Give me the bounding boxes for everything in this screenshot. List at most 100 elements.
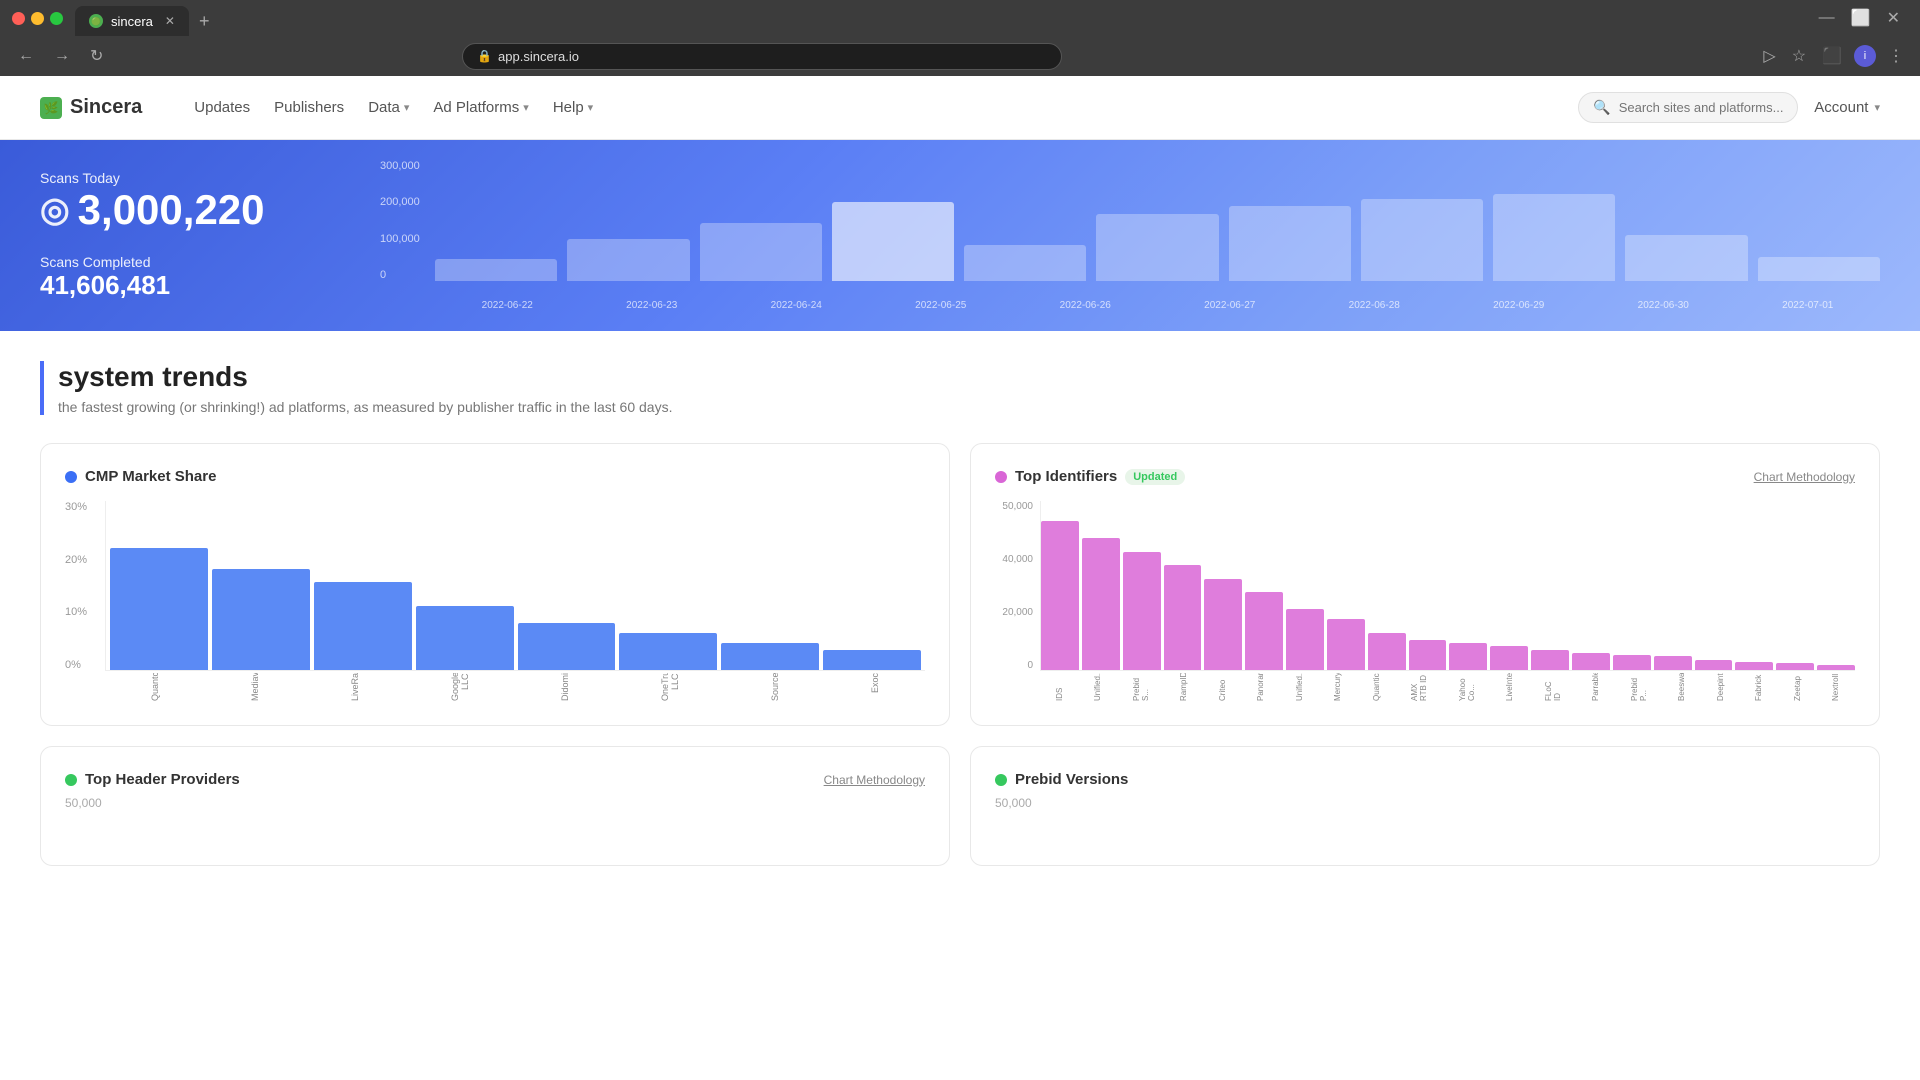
id-bar (1490, 646, 1528, 670)
nav-right: 🔍 Account (1578, 92, 1880, 123)
cmp-bars (105, 501, 925, 671)
header-providers-y-start: 50,000 (65, 796, 925, 810)
top-header-providers-title: Top Header Providers (65, 771, 240, 788)
id-bar (1409, 640, 1447, 670)
hero-stats: Scans Today ◎ 3,000,220 Scans Completed … (40, 170, 340, 301)
id-bar (1204, 579, 1242, 670)
identifiers-chart-header: Top Identifiers Updated Chart Methodolog… (995, 468, 1855, 485)
nav-updates[interactable]: Updates (194, 99, 250, 116)
cast-icon[interactable]: ▷ (1759, 42, 1779, 70)
header-providers-methodology-link[interactable]: Chart Methodology (824, 773, 925, 787)
id-bar (1164, 565, 1202, 670)
nav-forward-button[interactable]: → (48, 43, 76, 69)
identifiers-bar-chart: 50,000 40,000 20,000 0 IDSUnified...Preb… (995, 501, 1855, 701)
top-header-providers-header: Top Header Providers Chart Methodology (65, 771, 925, 788)
id-bar (1286, 609, 1324, 670)
account-button[interactable]: Account (1814, 99, 1880, 116)
prebid-versions-header: Prebid Versions (995, 771, 1855, 788)
hero-bar (1493, 194, 1615, 281)
browser-max-button[interactable] (50, 12, 63, 25)
id-bar (1695, 660, 1733, 670)
identifiers-dot-icon (995, 471, 1007, 483)
new-tab-button[interactable]: + (189, 7, 220, 36)
id-y-axis: 50,000 40,000 20,000 0 (995, 501, 1037, 671)
identifiers-chart-title: Top Identifiers Updated (995, 468, 1185, 485)
site-logo[interactable]: 🌿 Sincera (40, 96, 142, 119)
hero-bar (1625, 235, 1747, 281)
hero-bar (832, 202, 954, 281)
hero-chart-x-axis: 2022-06-222022-06-232022-06-242022-06-25… (435, 300, 1880, 311)
browser-tab[interactable]: 🟢 sincera ✕ (75, 6, 189, 36)
id-bars (1040, 501, 1855, 671)
hero-chart: 300,000 200,000 100,000 0 2022-06-222022… (380, 160, 1880, 311)
cmp-bar (110, 548, 208, 670)
bottom-cards: Top Header Providers Chart Methodology 5… (40, 746, 1880, 866)
tab-close-icon[interactable]: ✕ (165, 14, 175, 28)
profile-icon[interactable]: i (1854, 45, 1876, 67)
extension-icon[interactable]: ⬛ (1818, 42, 1846, 70)
hero-bar (1758, 257, 1880, 281)
nav-publishers[interactable]: Publishers (274, 99, 344, 116)
id-x-labels: IDSUnified...Prebid S...RampIDCriteoPano… (1040, 673, 1855, 701)
charts-grid: CMP Market Share 30% 20% 10% 0% (40, 443, 1880, 726)
scans-completed-value: 41,606,481 (40, 270, 340, 301)
hero-bar (435, 259, 557, 281)
search-icon: 🔍 (1593, 99, 1610, 116)
tab-favicon: 🟢 (89, 14, 103, 28)
id-bar (1082, 538, 1120, 670)
id-bar (1817, 665, 1855, 670)
window-minimize-button[interactable]: — (1815, 5, 1839, 31)
scans-today-section: Scans Today ◎ 3,000,220 (40, 170, 340, 234)
url-display[interactable]: app.sincera.io (498, 49, 579, 64)
section-title: system trends (58, 361, 1880, 393)
url-lock-icon: 🔒 (477, 49, 492, 63)
chart-methodology-link[interactable]: Chart Methodology (1754, 470, 1855, 484)
menu-icon[interactable]: ⋮ (1884, 42, 1908, 70)
id-bar (1613, 655, 1651, 670)
cmp-chart-card: CMP Market Share 30% 20% 10% 0% (40, 443, 950, 726)
scans-today-value: ◎ 3,000,220 (40, 186, 340, 234)
window-close-button[interactable]: ✕ (1883, 4, 1904, 32)
cmp-x-labels: Quantcast...Mediavine...LiveRampGoogle L… (105, 673, 925, 701)
nav-refresh-button[interactable]: ↻ (84, 42, 109, 70)
id-bar (1776, 663, 1814, 670)
search-bar[interactable]: 🔍 (1578, 92, 1798, 123)
id-bar (1735, 662, 1773, 670)
cmp-bar (619, 633, 717, 670)
id-bar (1654, 656, 1692, 670)
cmp-bar (416, 606, 514, 670)
bookmark-icon[interactable]: ☆ (1788, 42, 1810, 70)
section-header: system trends the fastest growing (or sh… (40, 361, 1880, 415)
prebid-versions-title: Prebid Versions (995, 771, 1128, 788)
browser-close-button[interactable] (12, 12, 25, 25)
id-bar (1572, 653, 1610, 670)
id-bar (1449, 643, 1487, 670)
search-input[interactable] (1619, 100, 1784, 115)
nav-help[interactable]: Help (553, 99, 593, 116)
id-bar (1041, 521, 1079, 670)
top-header-providers-card: Top Header Providers Chart Methodology 5… (40, 746, 950, 866)
nav-data[interactable]: Data (368, 99, 409, 116)
updated-badge: Updated (1125, 469, 1185, 485)
hero-bar (1096, 214, 1218, 281)
prebid-versions-card: Prebid Versions 50,000 (970, 746, 1880, 866)
nav-back-button[interactable]: ← (12, 43, 40, 69)
hero-bar (567, 239, 689, 281)
main-content: system trends the fastest growing (or sh… (0, 331, 1920, 896)
window-maximize-button[interactable]: ⬜ (1847, 4, 1875, 32)
id-bar (1531, 650, 1569, 670)
nav-ad-platforms[interactable]: Ad Platforms (433, 99, 528, 116)
page-content: 🌿 Sincera Updates Publishers Data Ad Pla… (0, 76, 1920, 1080)
browser-min-button[interactable] (31, 12, 44, 25)
cmp-bar (518, 623, 616, 670)
logo-icon: 🌿 (40, 97, 62, 119)
cmp-dot-icon (65, 471, 77, 483)
scans-completed-label: Scans Completed (40, 254, 340, 270)
prebid-dot-icon (995, 774, 1007, 786)
hero-bar (964, 245, 1086, 281)
id-bar (1245, 592, 1283, 670)
header-providers-dot-icon (65, 774, 77, 786)
nav-links: Updates Publishers Data Ad Platforms Hel… (194, 99, 593, 116)
cmp-y-axis: 30% 20% 10% 0% (65, 501, 100, 671)
cmp-chart-header: CMP Market Share (65, 468, 925, 485)
